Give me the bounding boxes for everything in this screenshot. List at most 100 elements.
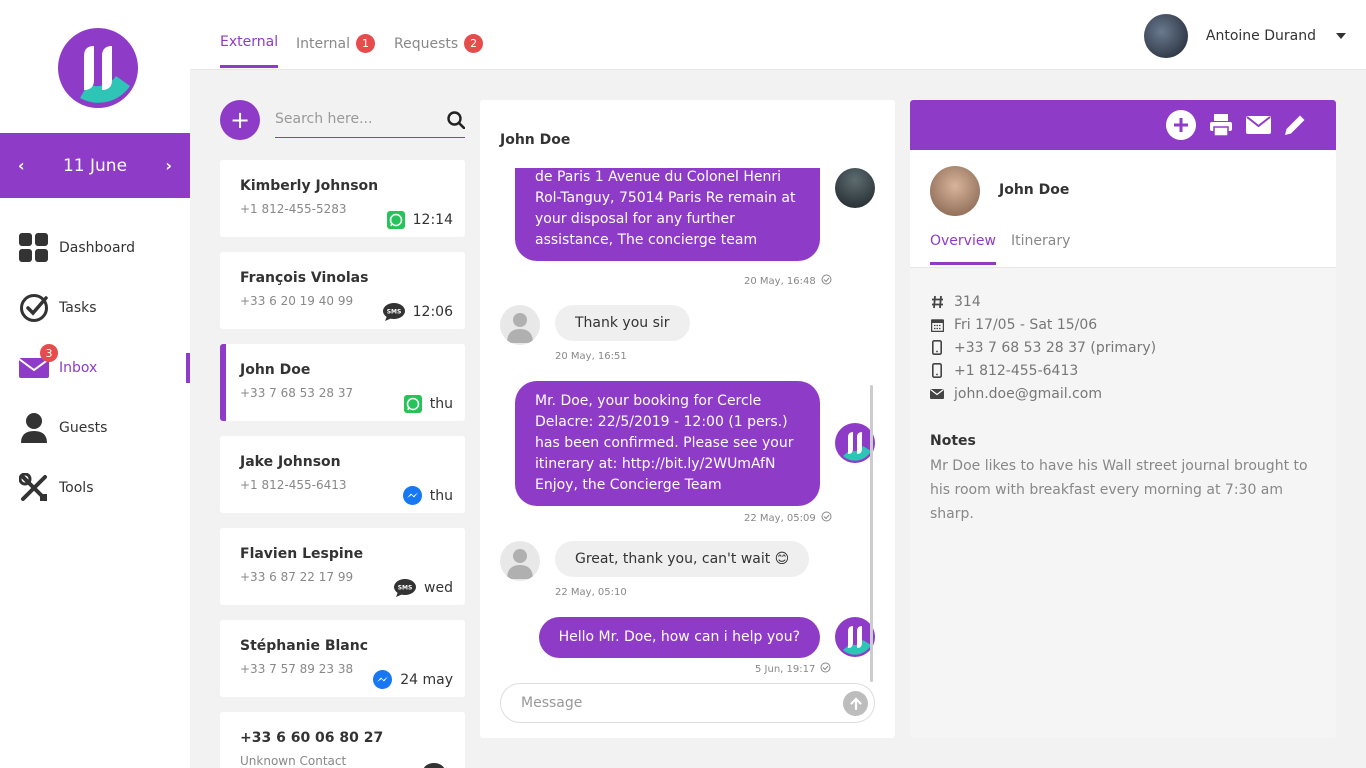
contact-meta: SMS wed (394, 579, 453, 597)
user-name: Antoine Durand (1205, 28, 1316, 44)
message-timestamp: 20 May, 16:51 (555, 351, 627, 362)
sidebar-item-tools[interactable]: Tools (0, 458, 190, 518)
contact-time: 24 may (400, 671, 453, 688)
tab-internal[interactable]: Internal 1 (296, 34, 375, 53)
add-conversation-button[interactable]: + (220, 100, 260, 140)
chat-title: John Doe (500, 132, 571, 148)
outgoing-message: 22/5/2019 at 15:30 for 2 catacombes de P… (515, 168, 820, 261)
envelope-icon: 3 (18, 344, 58, 384)
avatar (500, 541, 540, 581)
contact-meta: 12:14 (386, 211, 453, 229)
caret-down-icon[interactable] (1336, 33, 1346, 39)
dashboard-grid-icon (18, 232, 50, 264)
check-circle-icon (18, 292, 50, 324)
brand-avatar (835, 617, 875, 657)
requests-badge: 2 (464, 34, 484, 53)
sms-icon (423, 763, 445, 768)
outgoing-message: Mr. Doe, your booking for Cercle Delacre… (515, 381, 820, 506)
tab-label: Overview (930, 233, 996, 249)
plus-icon: + (229, 106, 251, 134)
list-item[interactable]: Flavien Lespine +33 6 87 22 17 99 SMS we… (220, 528, 465, 605)
contact-name: François Vinolas (240, 270, 369, 286)
sidebar-item-tasks[interactable]: Tasks (0, 278, 190, 338)
search-input[interactable] (275, 104, 435, 134)
brand-logo[interactable] (58, 28, 138, 108)
message-timestamp: 22 May, 05:10 (555, 587, 627, 598)
sidebar-item-guests[interactable]: Guests (0, 398, 190, 458)
check-icon (821, 274, 832, 288)
contact-name: John Doe (240, 362, 311, 378)
search-icon[interactable] (447, 111, 466, 133)
list-item[interactable]: Jake Johnson +1 812-455-6413 thu (220, 436, 465, 513)
chat-scrollbar[interactable] (870, 385, 873, 682)
send-button[interactable] (843, 691, 868, 716)
print-icon[interactable] (1206, 110, 1236, 140)
mobile-icon (930, 340, 944, 355)
sidebar-item-label: Tasks (59, 300, 97, 316)
tab-label: External (220, 34, 279, 50)
hash-icon (930, 295, 944, 309)
tab-overview[interactable]: Overview (930, 233, 996, 265)
tab-label: Requests (394, 35, 459, 52)
contact-time: 12:14 (412, 212, 453, 228)
timestamp-text: 22 May, 05:09 (744, 512, 816, 524)
message-input[interactable] (521, 684, 821, 722)
sidebar-nav: Dashboard Tasks 3 Inbox Guests Tools (0, 218, 190, 518)
user-menu[interactable]: Antoine Durand (1143, 14, 1346, 58)
detail-email[interactable]: john.doe@gmail.com (930, 382, 1156, 405)
whatsapp-icon (403, 395, 422, 413)
arrow-up-icon (849, 696, 862, 710)
timestamp-text: 22 May, 05:10 (555, 587, 627, 598)
sidebar: ‹ 11 June › Dashboard Tasks 3 Inbox Gues… (0, 0, 190, 768)
message-composer (500, 683, 875, 723)
detail-text: john.doe@gmail.com (954, 385, 1102, 402)
list-item[interactable]: François Vinolas +33 6 20 19 40 99 SMS 1… (220, 252, 465, 329)
date-selector: ‹ 11 June › (0, 133, 190, 198)
list-item[interactable]: John Doe +33 7 68 53 28 37 thu (220, 344, 465, 421)
sms-icon: SMS (394, 579, 417, 597)
avatar (835, 168, 875, 208)
chevron-right-icon[interactable]: › (165, 156, 172, 175)
detail-text: +33 7 68 53 28 37 (primary) (954, 339, 1157, 356)
chevron-left-icon[interactable]: ‹ (18, 156, 25, 175)
contact-name: Flavien Lespine (240, 546, 364, 562)
email-icon[interactable] (1243, 110, 1273, 140)
guest-header: John Doe Overview Itinerary (910, 150, 1336, 268)
list-item[interactable]: Stéphanie Blanc +33 7 57 89 23 38 24 may (220, 620, 465, 697)
sidebar-item-dashboard[interactable]: Dashboard (0, 218, 190, 278)
guest-name: John Doe (999, 182, 1070, 198)
sidebar-item-label: Inbox (59, 360, 98, 376)
list-item[interactable]: Kimberly Johnson +1 812-455-5283 12:14 (220, 160, 465, 237)
add-icon[interactable] (1166, 110, 1196, 140)
incoming-message: Thank you sir (555, 305, 690, 341)
brand-avatar (835, 423, 875, 463)
message-timestamp: 5 Jun, 19:17 (755, 662, 831, 676)
tab-requests[interactable]: Requests 2 (394, 34, 484, 53)
inbox-badge: 3 (40, 344, 58, 362)
avatar (930, 166, 980, 216)
timestamp-text: 20 May, 16:48 (744, 275, 816, 287)
check-icon (821, 511, 832, 525)
list-item[interactable]: +33 6 60 06 80 27 Unknown Contact (220, 712, 465, 768)
contact-time: thu (429, 487, 453, 504)
sidebar-item-label: Tools (59, 480, 94, 496)
tab-itinerary[interactable]: Itinerary (1011, 233, 1070, 249)
contact-meta: thu (402, 486, 453, 505)
sidebar-item-inbox[interactable]: 3 Inbox (0, 338, 190, 398)
contact-time: wed (424, 580, 453, 596)
messenger-icon (373, 670, 393, 689)
tab-external[interactable]: External (220, 34, 279, 68)
sidebar-item-label: Dashboard (59, 240, 135, 256)
search-box (275, 104, 466, 138)
detail-phone-secondary: +1 812-455-6413 (930, 359, 1156, 382)
message-timestamp: 20 May, 16:48 (744, 274, 832, 288)
detail-room: 314 (930, 290, 1156, 313)
contact-phone: Unknown Contact (240, 754, 347, 768)
notes-text: Mr Doe likes to have his Wall street jou… (930, 458, 1308, 522)
timestamp-text: 20 May, 16:51 (555, 351, 627, 362)
edit-icon[interactable] (1280, 110, 1310, 140)
contact-meta: SMS 12:06 (382, 303, 453, 321)
sms-icon: SMS (382, 303, 405, 321)
calendar-icon (930, 318, 944, 332)
svg-text:SMS: SMS (386, 309, 401, 316)
